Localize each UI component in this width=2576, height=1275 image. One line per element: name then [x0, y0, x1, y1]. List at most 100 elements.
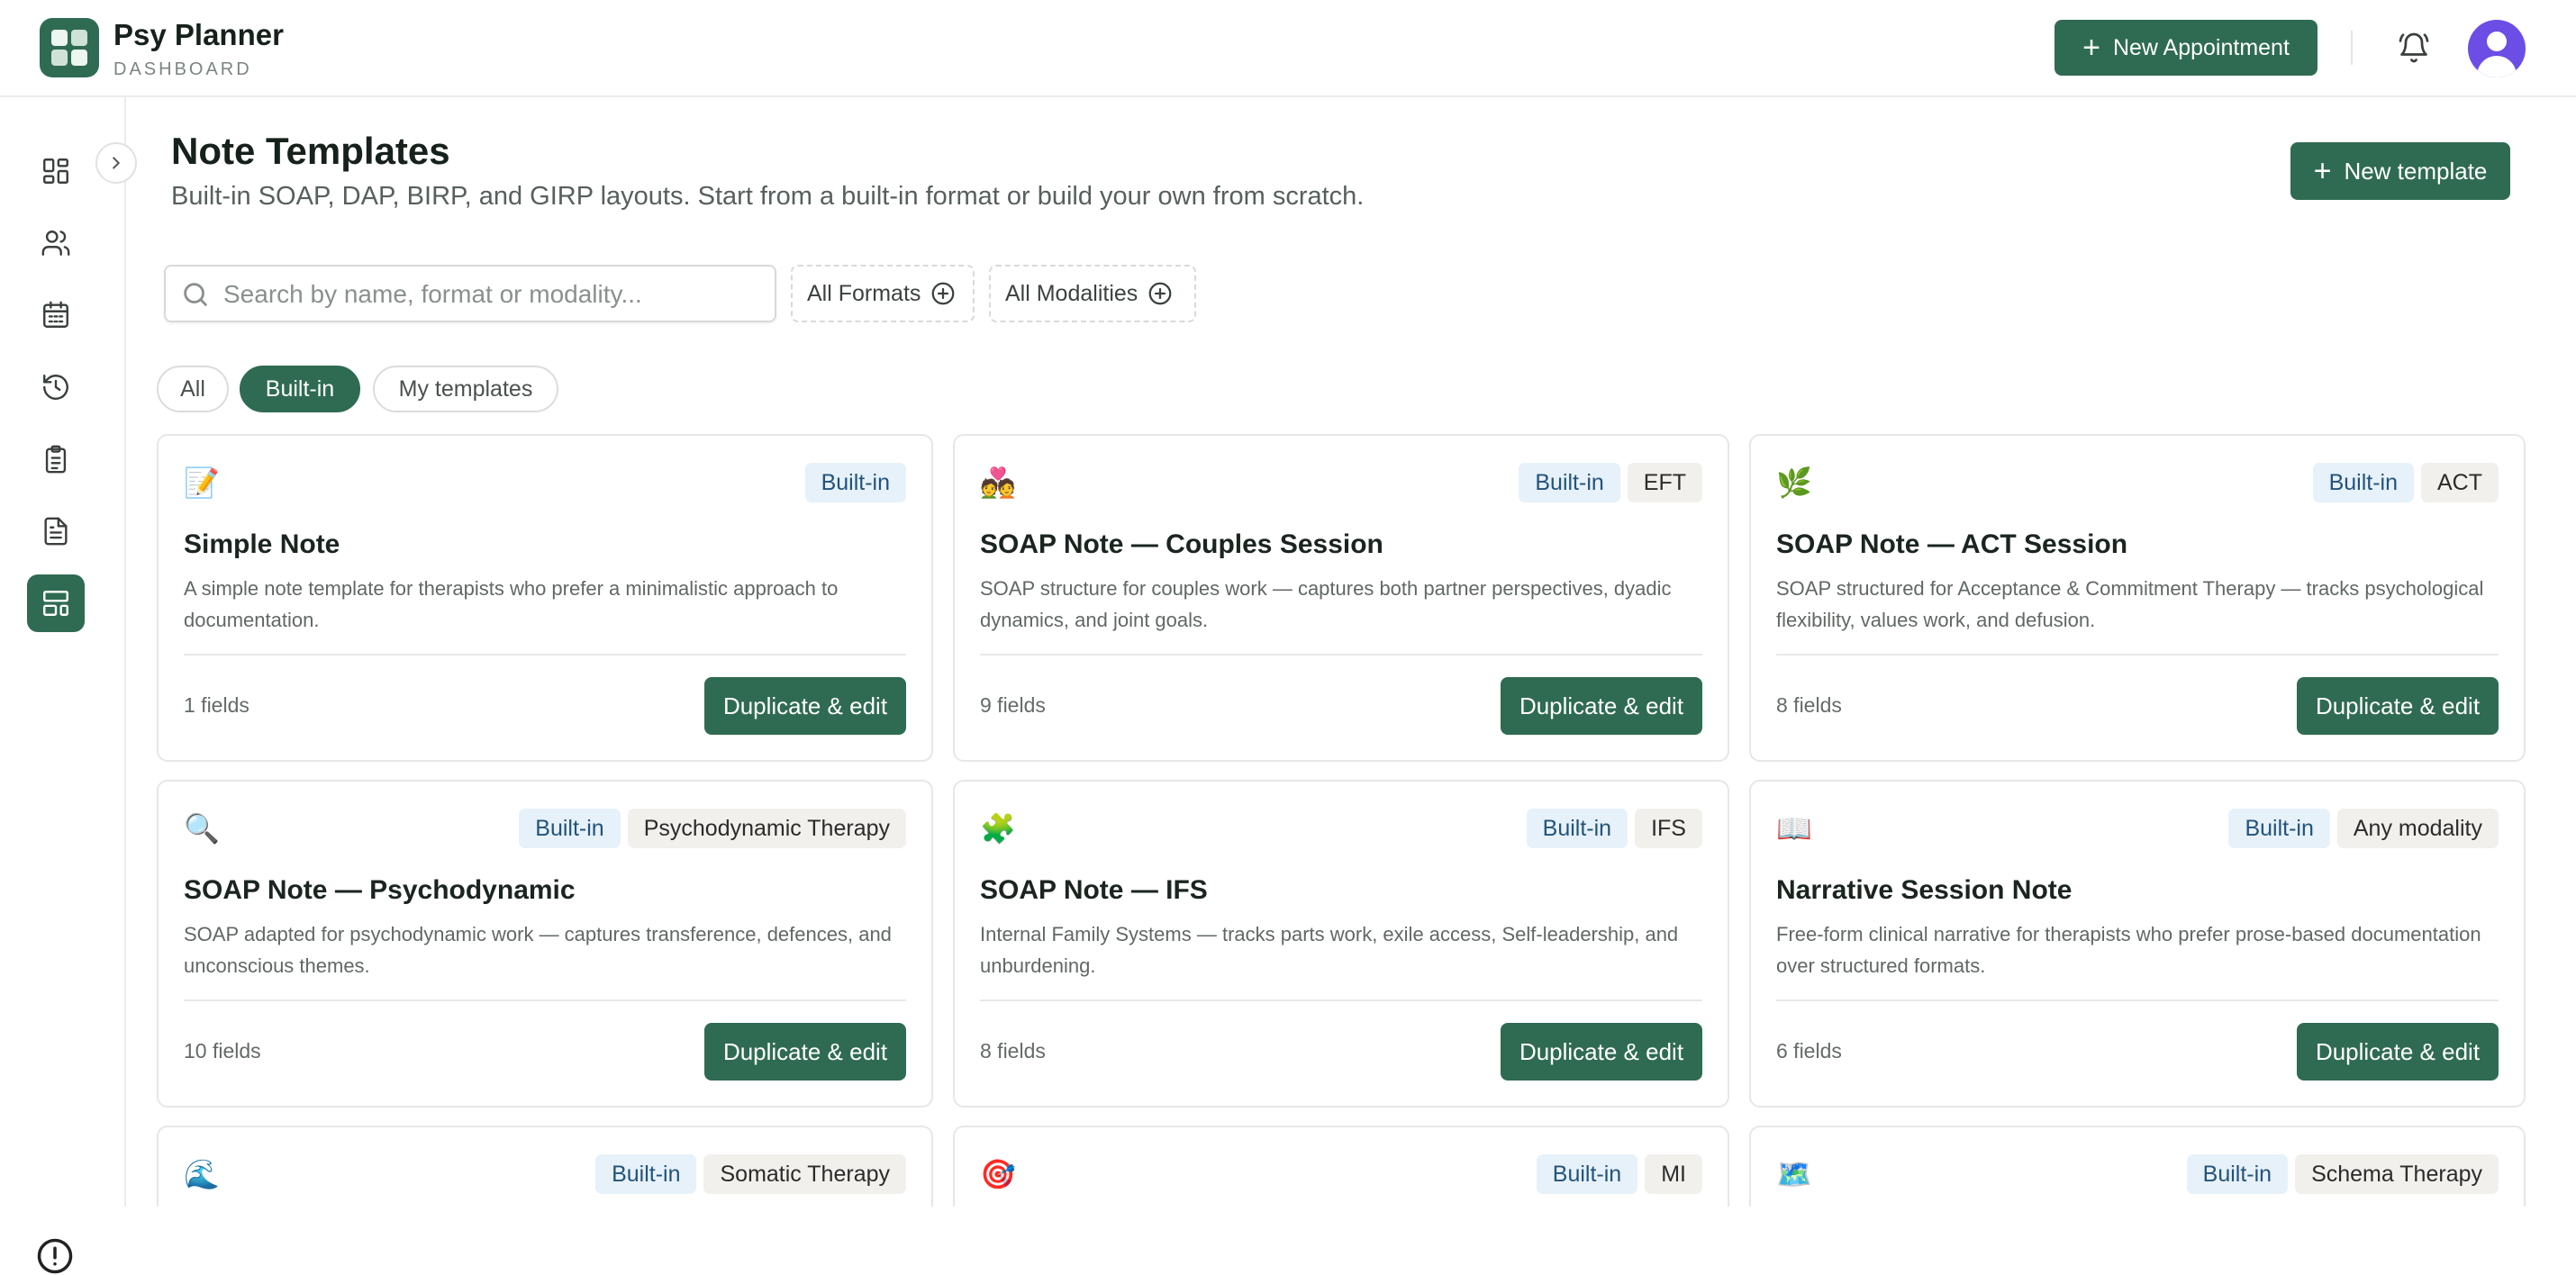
- search-input[interactable]: [223, 276, 764, 313]
- modality-badge: ACT: [2421, 463, 2499, 502]
- sidebar-item-history[interactable]: [27, 358, 85, 416]
- tab-all[interactable]: All: [157, 366, 229, 412]
- tab-built-in[interactable]: Built-in: [240, 366, 360, 412]
- field-count: 9 fields: [980, 693, 1046, 717]
- duplicate-edit-button[interactable]: Duplicate & edit: [1501, 677, 1702, 735]
- new-appointment-button[interactable]: + New Appointment: [2054, 20, 2317, 76]
- plus-circle-icon: [932, 282, 955, 305]
- card-title: Narrative Session Note: [1776, 875, 2073, 905]
- history-icon: [43, 375, 68, 400]
- header-divider: [2351, 31, 2353, 65]
- card-divider: [980, 654, 1702, 656]
- new-template-button[interactable]: + New template: [2290, 142, 2510, 200]
- search-box: [164, 265, 776, 322]
- template-card-narrative: 📖 Built-in Any modality Narrative Sessio…: [1749, 780, 2526, 1108]
- sidebar-item-dashboard[interactable]: [27, 142, 85, 200]
- herb-icon: 🌿: [1776, 466, 1812, 499]
- template-card-soap-couples: 💑 Built-in EFT SOAP Note — Couples Sessi…: [953, 434, 1729, 762]
- built-in-badge: Built-in: [1519, 463, 1620, 502]
- plus-icon: +: [2082, 31, 2100, 65]
- memo-icon: 📝: [184, 466, 220, 499]
- wave-icon: 🌊: [184, 1158, 220, 1190]
- sidebar-item-clients[interactable]: [27, 214, 85, 272]
- magnifier-icon: 🔍: [184, 812, 220, 845]
- field-count: 8 fields: [980, 1039, 1046, 1062]
- search-icon: [184, 283, 207, 306]
- app-subtitle: DASHBOARD: [113, 59, 252, 79]
- built-in-badge: Built-in: [1526, 809, 1628, 848]
- built-in-badge: Built-in: [595, 1154, 697, 1194]
- user-avatar[interactable]: [2468, 20, 2526, 77]
- template-card-soap-psychodynamic: 🔍 Built-in Psychodynamic Therapy SOAP No…: [157, 780, 933, 1108]
- target-icon: 🎯: [980, 1158, 1016, 1190]
- card-title: SOAP Note — Couples Session: [980, 529, 1383, 559]
- built-in-badge: Built-in: [519, 809, 621, 848]
- modality-filter-label: All Modalities: [1005, 280, 1138, 306]
- modality-filter-button[interactable]: All Modalities: [989, 265, 1196, 322]
- new-appointment-label: New Appointment: [2112, 34, 2290, 60]
- card-description: A simple note template for therapists wh…: [184, 577, 839, 631]
- duplicate-edit-button[interactable]: Duplicate & edit: [1501, 1023, 1702, 1081]
- card-description: SOAP adapted for psychodynamic work — ca…: [184, 923, 892, 977]
- built-in-badge: Built-in: [2186, 1154, 2289, 1194]
- tab-my-templates[interactable]: My templates: [373, 366, 558, 412]
- duplicate-edit-button[interactable]: Duplicate & edit: [704, 677, 906, 735]
- card-description: Free-form clinical narrative for therapi…: [1776, 923, 2481, 977]
- card-divider: [1776, 999, 2499, 1001]
- sidebar-expand-button[interactable]: [95, 142, 137, 184]
- card-title: SOAP Note — IFS: [980, 875, 1208, 905]
- sidebar-item-templates[interactable]: [27, 574, 85, 632]
- built-in-badge: Built-in: [804, 463, 906, 502]
- field-count: 6 fields: [1776, 1039, 1842, 1062]
- app-logo-icon[interactable]: [40, 18, 99, 77]
- built-in-badge: Built-in: [2312, 463, 2414, 502]
- built-in-badge: Built-in: [2228, 809, 2330, 848]
- chevron-right-icon: [113, 157, 120, 169]
- sidebar-item-notes[interactable]: [27, 430, 85, 488]
- template-card-soap-act: 🌿 Built-in ACT SOAP Note — ACT Session S…: [1749, 434, 2526, 762]
- field-count: 10 fields: [184, 1039, 261, 1062]
- field-count: 1 fields: [184, 693, 249, 717]
- modality-badge: Any modality: [2336, 809, 2499, 848]
- card-description: Internal Family Systems — tracks parts w…: [980, 923, 1679, 977]
- card-title: Simple Note: [184, 529, 340, 559]
- card-description: SOAP structure for couples work — captur…: [980, 577, 1672, 631]
- field-count: 8 fields: [1776, 693, 1842, 717]
- format-filter-label: All Formats: [807, 280, 921, 306]
- top-header: Psy Planner DASHBOARD + New Appointment: [0, 0, 2576, 97]
- format-filter-button[interactable]: All Formats: [791, 265, 975, 322]
- card-divider: [1776, 654, 2499, 656]
- info-circle-icon[interactable]: [36, 1237, 74, 1275]
- duplicate-edit-button[interactable]: Duplicate & edit: [704, 1023, 906, 1081]
- clipboard-icon: [45, 445, 67, 474]
- open-book-icon: 📖: [1776, 812, 1812, 845]
- duplicate-edit-button[interactable]: Duplicate & edit: [2297, 1023, 2499, 1081]
- card-divider: [184, 654, 906, 656]
- plus-icon: +: [2313, 154, 2332, 188]
- card-title: SOAP Note — Psychodynamic: [184, 875, 576, 905]
- app-title: Psy Planner: [113, 18, 284, 51]
- template-card-simple-note: 📝 Built-in Simple Note A simple note tem…: [157, 434, 933, 762]
- puzzle-piece-icon: 🧩: [980, 812, 1016, 845]
- duplicate-edit-button[interactable]: Duplicate & edit: [2297, 677, 2499, 735]
- plus-circle-icon: [1148, 282, 1172, 305]
- template-card-mi: 🎯 Built-in MI: [953, 1126, 1729, 1207]
- new-template-label: New template: [2344, 157, 2488, 185]
- template-card-soap-ifs: 🧩 Built-in IFS SOAP Note — IFS Internal …: [953, 780, 1729, 1108]
- page-title: Note Templates: [171, 130, 450, 172]
- calendar-icon: [43, 301, 68, 328]
- card-title: SOAP Note — ACT Session: [1776, 529, 2128, 559]
- modality-badge: Psychodynamic Therapy: [627, 809, 906, 848]
- modality-badge: Somatic Therapy: [703, 1154, 906, 1194]
- map-icon: 🗺️: [1776, 1158, 1812, 1190]
- sidebar-item-calendar[interactable]: [27, 286, 85, 344]
- bell-icon[interactable]: [2398, 30, 2430, 66]
- built-in-badge: Built-in: [1536, 1154, 1638, 1194]
- sidebar: [0, 97, 126, 1274]
- template-card-schema: 🗺️ Built-in Schema Therapy: [1749, 1126, 2526, 1207]
- sidebar-item-documents[interactable]: [27, 502, 85, 560]
- page-subtitle: Built-in SOAP, DAP, BIRP, and GIRP layou…: [171, 182, 1365, 211]
- card-divider: [184, 999, 906, 1001]
- couple-icon: 💑: [980, 466, 1016, 499]
- dashboard-grid-icon: [43, 158, 68, 184]
